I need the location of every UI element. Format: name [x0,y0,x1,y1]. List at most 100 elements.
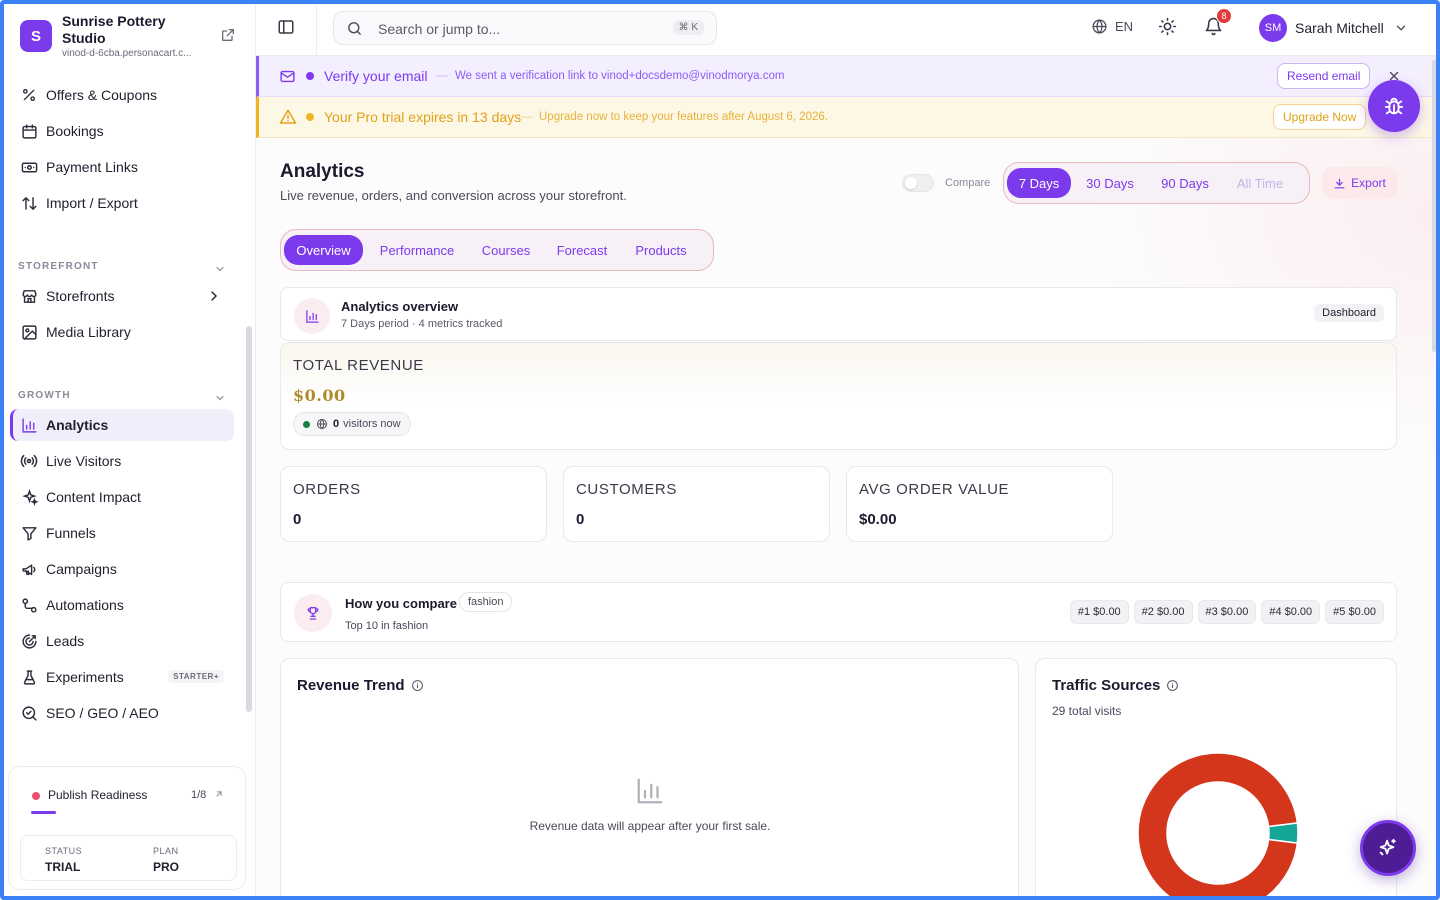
section-growth[interactable]: GROWTH [18,390,226,406]
date-range-selector: 7 Days 30 Days 90 Days All Time [1003,162,1310,204]
tab-performance[interactable]: Performance [372,235,462,265]
sidebar-item-automations[interactable]: Automations [10,589,234,621]
sidebar-item-live-visitors[interactable]: Live Visitors [10,445,234,477]
user-menu[interactable]: SM Sarah Mitchell [1259,14,1408,42]
publish-readiness-card[interactable]: Publish Readiness 1/8 STATUS TRIAL PLAN … [8,766,246,890]
search-box[interactable]: ⌘ K [333,11,717,45]
sidebar-item-experiments[interactable]: Experiments STARTER+ [10,661,234,693]
compare-toggle[interactable] [902,174,934,192]
import-export-icon [20,194,38,212]
revenue-value: $0.00 [293,386,346,405]
sparkle-icon [1379,838,1396,856]
sidebar-item-payment-links[interactable]: Payment Links [10,151,234,183]
sidebar-item-label: Offers & Coupons [46,87,158,103]
search-input[interactable] [378,18,658,40]
main-scrollbar[interactable] [1432,60,1437,352]
sidebar-item-label: Media Library [46,324,131,340]
plan-badge: STARTER+ [168,670,224,683]
panel-title-text: Traffic Sources [1052,677,1161,694]
revenue-trend-title: Revenue Trend [297,677,424,694]
visitors-count: 0 [333,418,340,430]
sidebar-item-label: SEO / GEO / AEO [46,705,159,721]
export-button[interactable]: Export [1322,167,1397,199]
sidebar-item-label: Payment Links [46,159,138,175]
sidebar-item-label: Campaigns [46,561,117,577]
range-30-days[interactable]: 30 Days [1076,168,1144,198]
info-icon[interactable] [1166,679,1179,692]
store-icon [20,287,38,305]
bug-icon [1384,97,1404,115]
funnel-icon [20,524,38,542]
category-tag: fashion [459,592,513,612]
store-avatar: S [20,20,52,52]
sidebar-item-bookings[interactable]: Bookings [10,115,234,147]
section-storefront[interactable]: STOREFRONT [18,261,226,277]
kpi-label: CUSTOMERS [576,481,677,498]
kpi-value: $0.00 [859,511,897,528]
total-revenue-card: TOTAL REVENUE $0.00 0 visitors now [280,342,1397,450]
sidebar-item-import-export[interactable]: Import / Export [10,187,234,219]
resend-email-button[interactable]: Resend email [1277,63,1371,89]
language-selector[interactable]: EN [1091,18,1133,35]
sidebar-item-label: Funnels [46,525,96,541]
sidebar-item-seo[interactable]: SEO / GEO / AEO [10,697,234,729]
payment-link-icon [20,158,38,176]
chevron-down-icon [1394,21,1408,35]
flask-icon [20,668,38,686]
sidebar-item-label: Storefronts [46,288,115,304]
sidebar-item-analytics[interactable]: Analytics [10,409,234,441]
search-icon [20,704,38,722]
empty-state-text: Revenue data will appear after your firs… [529,819,771,833]
bar-chart-icon [20,416,38,434]
tab-products[interactable]: Products [627,235,695,265]
upgrade-now-button[interactable]: Upgrade Now [1273,104,1367,130]
sidebar-item-offers-coupons[interactable]: Offers & Coupons [10,79,234,111]
readiness-progress [31,811,56,814]
target-icon [20,632,38,650]
page-title: Analytics [280,161,365,182]
bug-report-button[interactable] [1368,80,1420,132]
notification-badge: 8 [1216,8,1232,24]
compare-toggle-group: Compare [902,174,990,192]
chevron-right-icon [206,288,222,304]
verify-message: We sent a verification link to vinod+doc… [455,70,785,82]
range-7-days[interactable]: 7 Days [1007,168,1071,198]
sidebar-item-funnels[interactable]: Funnels [10,517,234,549]
calendar-icon [20,122,38,140]
percent-icon [20,86,38,104]
store-name: Sunrise Pottery Studio [62,12,166,46]
range-90-days[interactable]: 90 Days [1151,168,1219,198]
compare-title: How you compare [345,596,457,611]
tab-courses[interactable]: Courses [473,235,539,265]
store-switcher[interactable]: S Sunrise Pottery Studio vinod-d-6cba.pe… [20,13,240,59]
rank-chip: #5 $0.00 [1325,600,1384,624]
image-icon [20,323,38,341]
plan-status-box: STATUS TRIAL PLAN PRO [20,835,237,881]
overview-subtitle: 7 Days period · 4 metrics tracked [341,318,503,330]
sun-icon[interactable] [1158,17,1177,36]
verify-email-banner: Verify your email — We sent a verificati… [256,56,1440,97]
arrow-up-right-icon [214,789,224,799]
sidebar-item-label: Automations [46,597,124,613]
section-title: GROWTH [18,390,71,401]
sidebar-toggle-icon[interactable] [277,18,295,36]
analytics-tabs: Overview Performance Courses Forecast Pr… [280,229,714,271]
megaphone-icon [20,560,38,578]
sidebar-item-media-library[interactable]: Media Library [10,316,234,348]
external-link-icon[interactable] [220,27,236,43]
warning-icon [279,108,297,126]
mail-icon [279,68,296,85]
ai-assistant-button[interactable] [1360,820,1416,876]
info-icon[interactable] [411,679,424,692]
donut-slice-1[interactable] [1267,822,1299,844]
sidebar-item-leads[interactable]: Leads [10,625,234,657]
sidebar-item-campaigns[interactable]: Campaigns [10,553,234,585]
kpi-label: ORDERS [293,481,361,498]
sidebar-scrollbar[interactable] [246,326,252,712]
tab-forecast[interactable]: Forecast [547,235,617,265]
sidebar-item-storefronts[interactable]: Storefronts [10,280,234,312]
range-all-time[interactable]: All Time [1226,168,1294,198]
section-title: STOREFRONT [18,261,99,272]
sidebar-item-content-impact[interactable]: Content Impact [10,481,234,513]
tab-overview[interactable]: Overview [284,235,363,265]
